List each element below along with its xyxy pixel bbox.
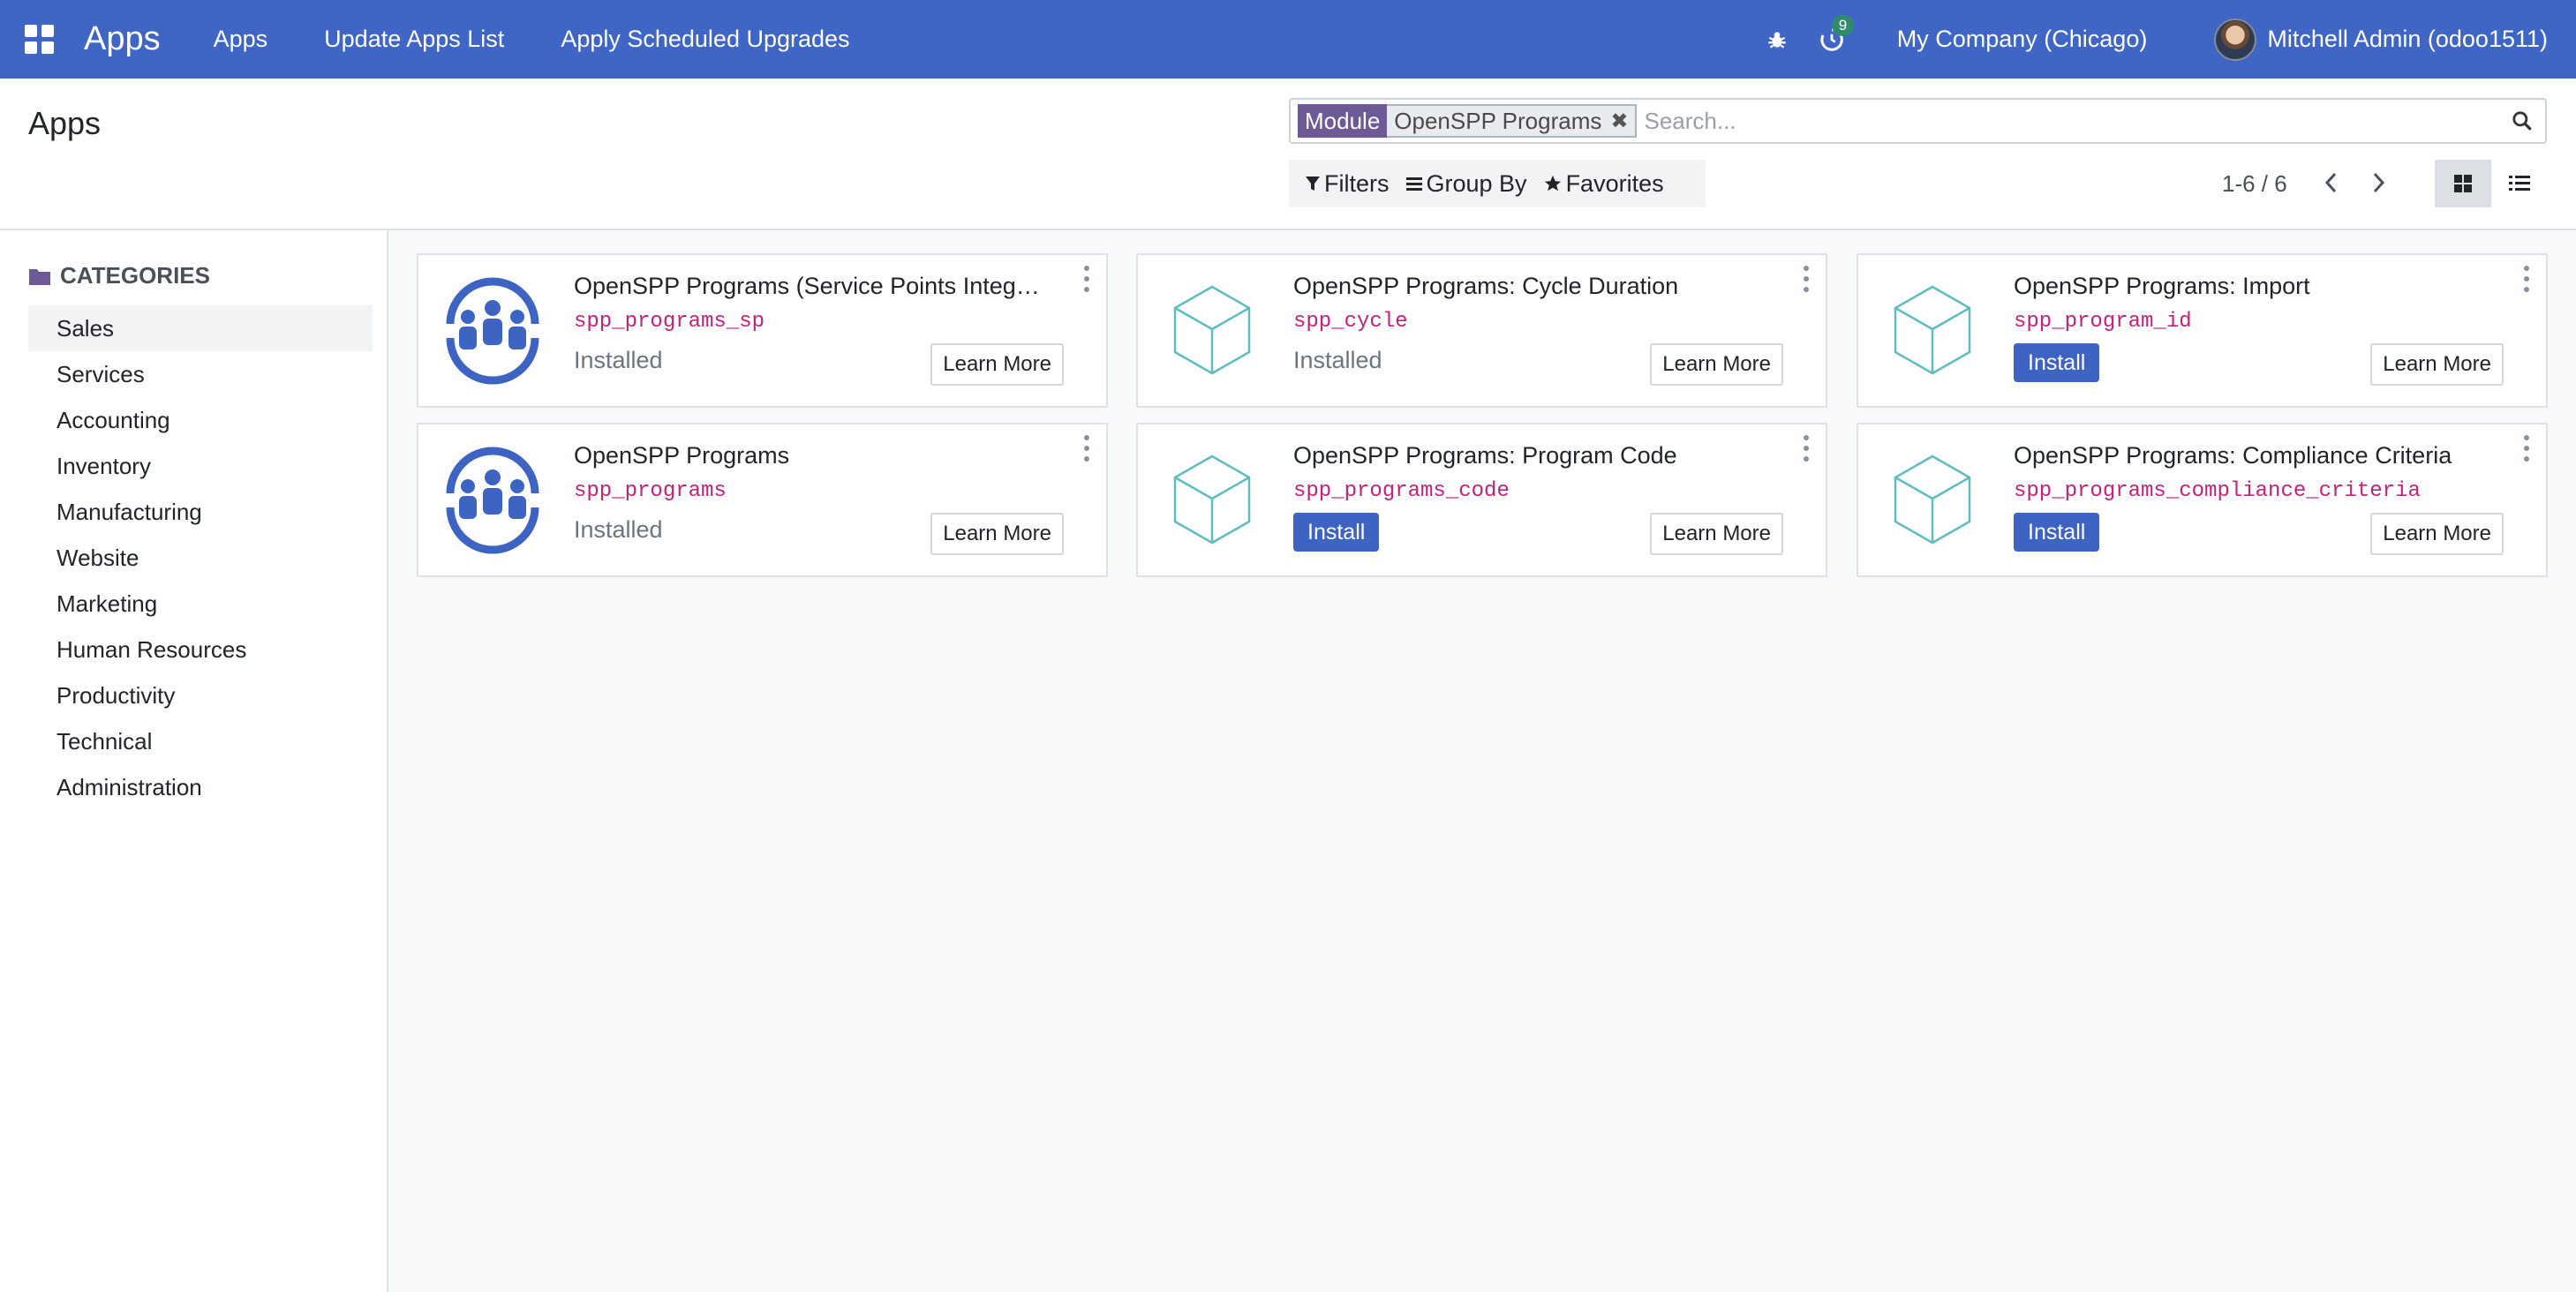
debug-bug-icon[interactable] xyxy=(1759,22,1795,57)
group-by-button[interactable]: Group By xyxy=(1405,170,1527,198)
category-item-technical[interactable]: Technical xyxy=(28,718,373,764)
facet-value-text: OpenSPP Programs xyxy=(1394,107,1602,134)
facet-label: Module xyxy=(1298,104,1388,138)
menu-update-apps-list[interactable]: Update Apps List xyxy=(324,26,504,53)
card-menu-dots-icon[interactable] xyxy=(1080,266,1094,292)
app-menu-grid-icon[interactable] xyxy=(0,0,79,79)
filters-button[interactable]: Filters xyxy=(1305,170,1390,198)
category-item-website[interactable]: Website xyxy=(28,535,373,581)
category-item-administration[interactable]: Administration xyxy=(28,764,373,810)
learn-more-button[interactable]: Learn More xyxy=(2370,513,2504,555)
category-list: Sales Services Accounting Inventory Manu… xyxy=(28,305,373,810)
kanban-view-icon[interactable] xyxy=(2435,160,2491,207)
app-card[interactable]: OpenSPP Programs: Import spp_program_id … xyxy=(1857,253,2548,408)
app-technical-name: spp_programs xyxy=(574,479,727,503)
list-view-icon[interactable] xyxy=(2491,160,2548,207)
favorites-star-icon xyxy=(1544,175,1561,192)
filter-funnel-icon xyxy=(1306,177,1320,191)
folder-icon xyxy=(29,268,50,285)
facet-remove-icon[interactable]: ✖ xyxy=(1610,109,1628,134)
top-navbar: Apps Apps Update Apps List Apply Schedul… xyxy=(0,0,2576,79)
category-item-accounting[interactable]: Accounting xyxy=(28,397,373,443)
people-circle-icon xyxy=(431,269,554,393)
view-switcher xyxy=(2435,160,2548,207)
app-name: OpenSPP Programs xyxy=(574,442,790,469)
search-options-bar: Filters Group By Favorites xyxy=(1289,160,1706,207)
search-facet: Module OpenSPP Programs ✖ xyxy=(1298,104,1638,138)
group-by-bars-icon xyxy=(1405,177,1422,191)
category-item-human-resources[interactable]: Human Resources xyxy=(28,627,373,672)
search-icon[interactable] xyxy=(2499,109,2545,132)
card-menu-dots-icon[interactable] xyxy=(2520,435,2534,462)
pager-value[interactable]: 1-6 / 6 xyxy=(2222,170,2287,198)
app-technical-name: spp_cycle xyxy=(1293,310,1408,334)
pager-next-icon[interactable] xyxy=(2366,167,2392,199)
app-name: OpenSPP Programs: Import xyxy=(2014,273,2310,299)
category-item-sales[interactable]: Sales xyxy=(28,305,373,351)
activity-count-badge: 9 xyxy=(1831,14,1855,36)
menu-apply-scheduled-upgrades[interactable]: Apply Scheduled Upgrades xyxy=(561,26,849,53)
app-card[interactable]: OpenSPP Programs (Service Points Integ… … xyxy=(417,253,1108,408)
card-menu-dots-icon[interactable] xyxy=(2520,266,2534,292)
learn-more-button[interactable]: Learn More xyxy=(930,513,1064,555)
user-avatar[interactable] xyxy=(2214,18,2257,61)
app-technical-name: spp_programs_sp xyxy=(574,310,765,334)
search-bar[interactable]: Module OpenSPP Programs ✖ Search... xyxy=(1289,98,2547,144)
app-installed-status: Installed xyxy=(574,347,663,373)
card-menu-dots-icon[interactable] xyxy=(1080,435,1094,462)
app-card[interactable]: OpenSPP Programs spp_programs Installed … xyxy=(417,423,1108,577)
cube-icon xyxy=(1150,269,1274,393)
group-by-label: Group By xyxy=(1426,169,1527,197)
app-name: OpenSPP Programs (Service Points Integ… xyxy=(574,273,1040,299)
cube-icon xyxy=(1150,439,1274,562)
app-name: OpenSPP Programs: Program Code xyxy=(1293,442,1677,469)
app-technical-name: spp_programs_code xyxy=(1293,479,1510,503)
install-button[interactable]: Install xyxy=(2014,513,2100,552)
app-technical-name: spp_program_id xyxy=(2014,310,2192,334)
app-card[interactable]: OpenSPP Programs: Compliance Criteria sp… xyxy=(1857,423,2548,577)
app-installed-status: Installed xyxy=(574,516,663,543)
menu-apps[interactable]: Apps xyxy=(214,26,268,53)
people-circle-icon xyxy=(431,439,554,562)
category-item-manufacturing[interactable]: Manufacturing xyxy=(28,489,373,535)
cube-icon xyxy=(1871,269,1994,393)
app-technical-name: spp_programs_compliance_criteria xyxy=(2014,479,2421,503)
search-input[interactable]: Search... xyxy=(1637,108,2499,135)
learn-more-button[interactable]: Learn More xyxy=(1650,513,1783,555)
page-title: Apps xyxy=(28,105,102,141)
categories-header-label: CATEGORIES xyxy=(60,262,210,289)
learn-more-button[interactable]: Learn More xyxy=(1650,343,1783,386)
company-switcher[interactable]: My Company (Chicago) xyxy=(1897,26,2148,53)
user-menu[interactable]: Mitchell Admin (odoo1511) xyxy=(2267,26,2548,53)
card-menu-dots-icon[interactable] xyxy=(1799,266,1813,292)
control-panel: Apps Module OpenSPP Programs ✖ Search...… xyxy=(0,79,2576,230)
install-button[interactable]: Install xyxy=(2014,343,2100,382)
categories-header: CATEGORIES xyxy=(28,262,210,289)
category-item-inventory[interactable]: Inventory xyxy=(28,443,373,489)
app-card[interactable]: OpenSPP Programs: Program Code spp_progr… xyxy=(1136,423,1827,577)
navbar-brand[interactable]: Apps xyxy=(84,20,161,58)
facet-value: OpenSPP Programs ✖ xyxy=(1387,104,1638,138)
activity-clock-icon[interactable]: 9 xyxy=(1814,14,1855,57)
pager-previous-icon[interactable] xyxy=(2317,167,2344,199)
learn-more-button[interactable]: Learn More xyxy=(2370,343,2504,386)
categories-sidebar: CATEGORIES Sales Services Accounting Inv… xyxy=(0,230,388,1292)
app-installed-status: Installed xyxy=(1293,347,1382,373)
app-card[interactable]: OpenSPP Programs: Cycle Duration spp_cyc… xyxy=(1136,253,1827,408)
learn-more-button[interactable]: Learn More xyxy=(930,343,1064,386)
install-button[interactable]: Install xyxy=(1293,513,1380,552)
favorites-button[interactable]: Favorites xyxy=(1543,170,1664,198)
category-item-productivity[interactable]: Productivity xyxy=(28,672,373,718)
app-name: OpenSPP Programs: Cycle Duration xyxy=(1293,273,1679,299)
favorites-label: Favorites xyxy=(1565,169,1664,197)
filters-label: Filters xyxy=(1324,169,1390,197)
cube-icon xyxy=(1871,439,1994,562)
app-name: OpenSPP Programs: Compliance Criteria xyxy=(2014,442,2452,469)
card-menu-dots-icon[interactable] xyxy=(1799,435,1813,462)
category-item-marketing[interactable]: Marketing xyxy=(28,581,373,627)
category-item-services[interactable]: Services xyxy=(28,351,373,397)
